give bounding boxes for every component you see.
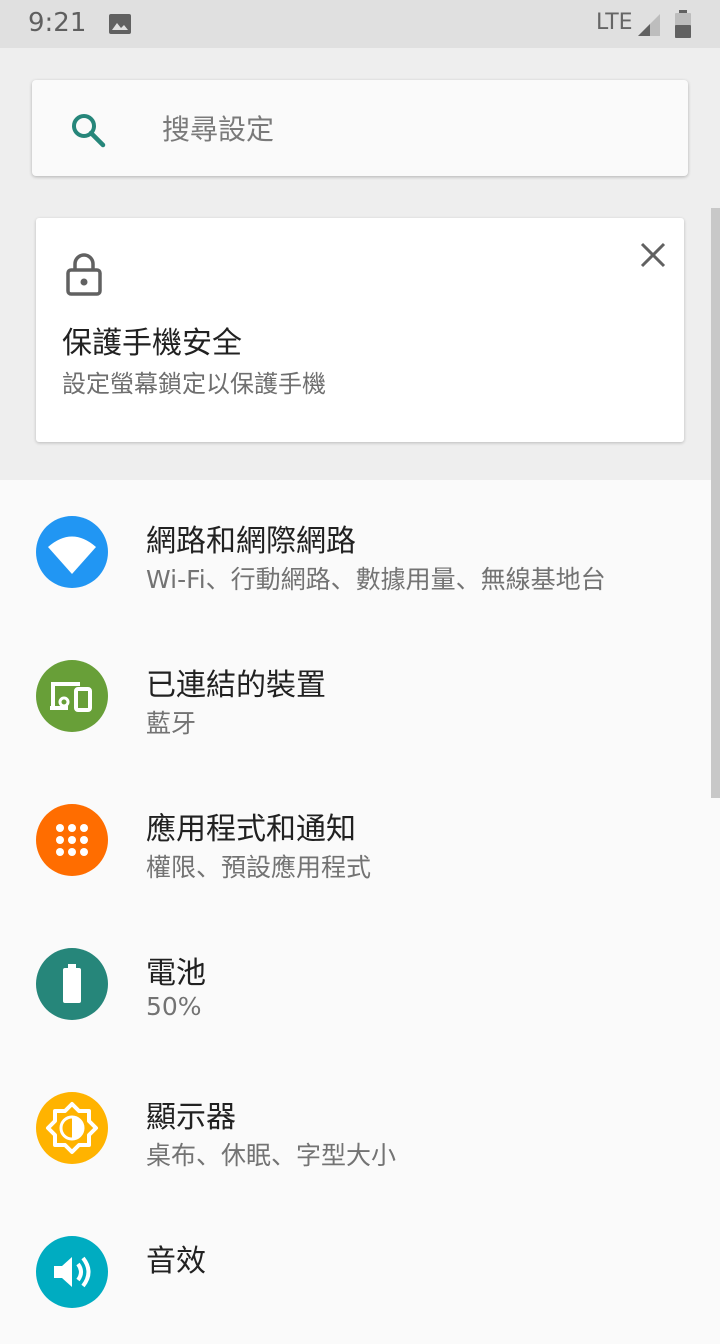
setting-sound[interactable]: 音效 (0, 1200, 710, 1344)
devices-icon (36, 660, 108, 732)
setting-subtitle: 50% (146, 992, 202, 1021)
status-bar: 9:21 LTE (0, 0, 720, 48)
battery-icon (36, 948, 108, 1020)
setting-subtitle: 桌布、休眠、字型大小 (146, 1141, 397, 1170)
search-bar[interactable]: 搜尋設定 (32, 80, 688, 176)
image-notification-icon (109, 14, 131, 34)
brightness-icon (36, 1092, 108, 1164)
signal-icon (638, 14, 660, 36)
setting-display[interactable]: 顯示器 桌布、休眠、字型大小 (0, 1056, 710, 1200)
status-time: 9:21 (28, 8, 87, 38)
setting-connected-devices[interactable]: 已連結的裝置 藍牙 (0, 624, 710, 768)
setting-battery[interactable]: 電池 50% (0, 912, 710, 1056)
scrollbar[interactable] (711, 208, 720, 798)
suggestion-card[interactable]: 保護手機安全 設定螢幕鎖定以保護手機 (36, 218, 684, 442)
setting-title: 已連結的裝置 (146, 668, 326, 703)
setting-subtitle: 藍牙 (146, 709, 197, 738)
lock-icon (66, 253, 102, 296)
setting-network-internet[interactable]: 網路和網際網路 Wi-Fi、行動網路、數據用量、無線基地台 (0, 480, 710, 624)
setting-title: 電池 (146, 956, 206, 991)
setting-subtitle: 權限、預設應用程式 (146, 853, 372, 882)
apps-icon (36, 804, 108, 876)
suggestion-subtitle: 設定螢幕鎖定以保護手機 (62, 370, 326, 398)
wifi-icon (36, 516, 108, 588)
volume-icon (36, 1236, 108, 1308)
battery-status-icon (675, 10, 691, 38)
setting-subtitle: Wi-Fi、行動網路、數據用量、無線基地台 (146, 565, 606, 594)
setting-title: 應用程式和通知 (146, 812, 356, 847)
setting-title: 網路和網際網路 (146, 524, 356, 559)
search-placeholder: 搜尋設定 (162, 113, 275, 146)
network-type-label: LTE (596, 10, 633, 35)
setting-title: 顯示器 (146, 1100, 236, 1135)
search-icon (72, 114, 106, 148)
suggestion-title: 保護手機安全 (62, 326, 242, 361)
setting-apps-notifications[interactable]: 應用程式和通知 權限、預設應用程式 (0, 768, 710, 912)
close-icon[interactable] (638, 240, 668, 270)
setting-title: 音效 (146, 1244, 206, 1279)
